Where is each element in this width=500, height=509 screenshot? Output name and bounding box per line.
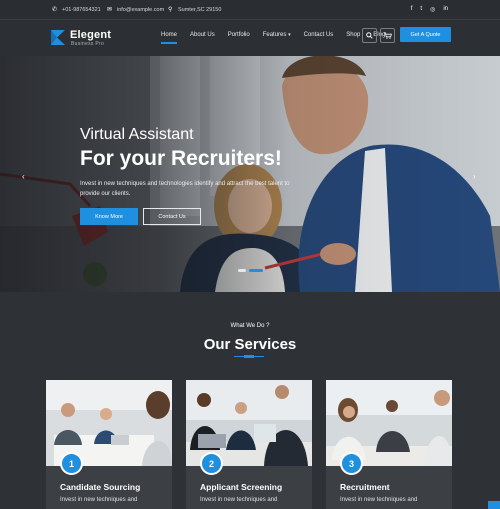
service-title: Candidate Sourcing	[60, 482, 141, 492]
hero-title: For your Recruiters!	[80, 147, 282, 170]
cart-icon	[383, 32, 392, 39]
hero-description: Invest in new techniques and technologie…	[80, 181, 290, 197]
service-number-badge: 2	[200, 452, 223, 475]
service-title: Recruitment	[340, 482, 390, 492]
address-info: ⚲ Sumter,SC 29150	[168, 6, 222, 14]
service-description: Invest in new techniques and	[60, 497, 138, 503]
service-description: Invest in new techniques and	[340, 497, 418, 503]
location-pin-icon: ⚲	[168, 6, 173, 13]
search-icon	[366, 32, 373, 39]
service-number-badge: 3	[340, 452, 363, 475]
instagram-icon[interactable]: ◎	[430, 6, 435, 13]
slider-dot[interactable]	[238, 269, 246, 272]
service-number-badge: 1	[60, 452, 83, 475]
service-description: Invest in new techniques and	[200, 497, 278, 503]
social-links: f t ◎ in	[411, 6, 448, 13]
nav-item-features[interactable]: Features ▾	[263, 32, 291, 38]
cart-button[interactable]	[380, 28, 395, 43]
email-address: info@example.com	[117, 7, 165, 13]
facebook-icon[interactable]: f	[411, 6, 413, 13]
scroll-to-top-button[interactable]	[488, 501, 500, 509]
address-text: Sumter,SC 29150	[178, 7, 222, 13]
slider-dot-active[interactable]	[249, 269, 263, 272]
nav-item-contact[interactable]: Contact Us	[304, 32, 334, 38]
top-info-bar: ✆ +01-987654321 ✉ info@example.com ⚲ Sum…	[0, 0, 500, 20]
know-more-button[interactable]: Know More	[80, 208, 138, 225]
logo-mark-icon[interactable]	[51, 30, 65, 45]
services-section: What We Do ? Our Services 1 Candidate So…	[0, 292, 500, 509]
service-title: Applicant Screening	[200, 482, 283, 492]
service-card[interactable]: 2 Applicant Screening Invest in new tech…	[186, 380, 312, 509]
brand-name[interactable]: Elegent	[70, 29, 111, 41]
contact-us-button[interactable]: Contact Us	[143, 208, 201, 225]
linkedin-icon[interactable]: in	[443, 6, 448, 13]
nav-item-features-label: Features	[262, 32, 287, 38]
twitter-icon[interactable]: t	[420, 6, 422, 13]
prev-slide-arrow-icon[interactable]: ‹	[22, 172, 25, 181]
slider-dots	[238, 269, 263, 272]
hero-slider: Virtual Assistant For your Recruiters! I…	[0, 56, 500, 292]
brand-tagline: Business Pro	[71, 41, 105, 47]
hero-subtitle: Virtual Assistant	[80, 126, 194, 143]
search-button[interactable]	[362, 28, 377, 43]
next-slide-arrow-icon[interactable]: ›	[473, 172, 476, 181]
site-header: Elegent Business Pro Home About Us Portf…	[0, 20, 500, 56]
phone-info[interactable]: ✆ +01-987654321	[52, 6, 101, 14]
services-kicker: What We Do ?	[230, 323, 270, 329]
phone-number: +01-987654321	[62, 7, 101, 13]
title-underline	[234, 355, 264, 358]
nav-item-portfolio[interactable]: Portfolio	[228, 32, 250, 38]
services-title: Our Services	[203, 336, 297, 353]
envelope-icon: ✉	[107, 6, 113, 13]
email-info[interactable]: ✉ info@example.com	[107, 6, 165, 14]
nav-item-about[interactable]: About Us	[190, 32, 215, 38]
service-card[interactable]: 3 Recruitment Invest in new techniques a…	[326, 380, 452, 509]
nav-item-home[interactable]: Home	[161, 32, 178, 44]
phone-icon: ✆	[52, 6, 58, 13]
chevron-down-icon: ▾	[288, 32, 291, 38]
service-card[interactable]: 1 Candidate Sourcing Invest in new techn…	[46, 380, 172, 509]
nav-item-shop[interactable]: Shop	[346, 32, 360, 38]
get-quote-button[interactable]: Get A Quote	[400, 27, 451, 42]
